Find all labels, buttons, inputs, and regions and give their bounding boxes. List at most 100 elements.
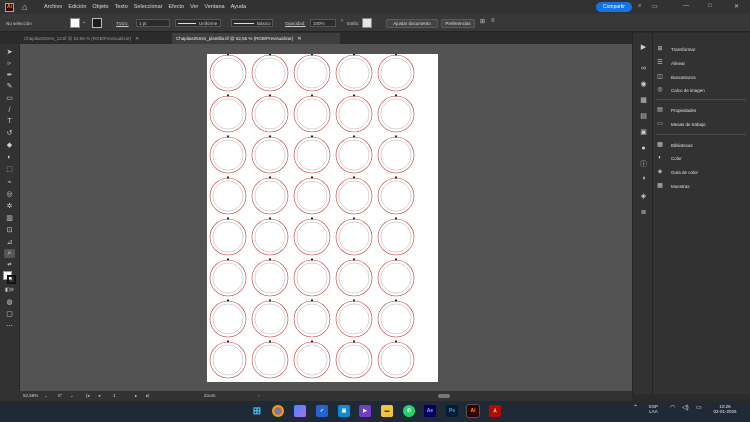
power-automate-icon[interactable]: ▶: [359, 405, 371, 417]
menu-archivo[interactable]: Archivo: [44, 4, 62, 10]
panel-propiedades[interactable]: ▤ Propiedades: [656, 105, 696, 115]
zoom-tool-icon[interactable]: ⌕: [4, 249, 15, 258]
menu-seleccionar[interactable]: Seleccionar: [134, 4, 163, 10]
badge-circle[interactable]: [335, 94, 373, 133]
chevron-down-icon[interactable]: ⌄: [82, 19, 86, 25]
menu-edicion[interactable]: Edición: [68, 4, 86, 10]
direct-selection-tool-icon[interactable]: ▹: [4, 59, 15, 68]
first-artboard-icon[interactable]: |◂: [86, 393, 89, 399]
whatsapp-icon[interactable]: ✆: [403, 405, 415, 417]
stroke-label[interactable]: Trazo:: [116, 21, 129, 26]
slice-tool-icon[interactable]: ⊿: [4, 238, 15, 247]
battery-icon[interactable]: ▭: [696, 405, 702, 411]
chevron-down-icon[interactable]: ⌄: [70, 393, 74, 399]
badge-circle[interactable]: [377, 299, 415, 338]
badge-circle[interactable]: [251, 217, 289, 256]
rotate-tool-icon[interactable]: ↺: [4, 129, 15, 138]
badge-circle[interactable]: [293, 135, 331, 174]
menu-texto[interactable]: Texto: [115, 4, 128, 10]
badge-circle[interactable]: [251, 340, 289, 379]
panel-transformar[interactable]: ⊞ Transformar: [656, 44, 695, 54]
artboard-tool-icon[interactable]: ⊡: [4, 226, 15, 235]
file-explorer-icon[interactable]: ▬: [381, 405, 393, 417]
close-icon[interactable]: ✕: [297, 36, 301, 42]
badge-circle[interactable]: [251, 258, 289, 297]
next-artboard-icon[interactable]: ▸: [135, 393, 137, 399]
blend-tool-icon[interactable]: ◎: [4, 190, 15, 199]
stroke-icon[interactable]: ●: [639, 145, 648, 153]
badge-circle[interactable]: [251, 299, 289, 338]
badge-circle[interactable]: [377, 217, 415, 256]
panel-buscatrazos[interactable]: ◫ Buscatrazos: [656, 72, 696, 82]
opacity-label[interactable]: Opacidad:: [285, 21, 306, 26]
opacity-field[interactable]: 100%: [310, 19, 336, 27]
free-transform-tool-icon[interactable]: ⬚: [4, 165, 15, 174]
badge-circle[interactable]: [209, 176, 247, 215]
layers-stack-icon[interactable]: ≣: [639, 209, 648, 217]
badge-circle[interactable]: [377, 340, 415, 379]
badge-circle[interactable]: [377, 176, 415, 215]
swap-colors-icon[interactable]: ⇄: [4, 261, 15, 270]
badge-circle[interactable]: [335, 258, 373, 297]
badge-circle[interactable]: [293, 217, 331, 256]
badge-circle[interactable]: [209, 258, 247, 297]
badge-circle[interactable]: [209, 94, 247, 133]
chevron-up-icon[interactable]: ⌃: [633, 405, 638, 411]
panel-alinear[interactable]: ☰ Alinear: [656, 58, 685, 68]
last-artboard-icon[interactable]: ▸|: [146, 393, 149, 399]
badge-circle[interactable]: [251, 94, 289, 133]
more-tools-icon[interactable]: ⋯: [4, 322, 15, 331]
todo-icon[interactable]: ✓: [316, 405, 328, 417]
search-icon[interactable]: ⌕: [638, 3, 641, 10]
menu-ayuda[interactable]: Ayuda: [231, 4, 247, 10]
panel-bibliotecas[interactable]: ▦ Bibliotecas: [656, 140, 693, 150]
tab-chapitas-plantilla[interactable]: Chapitas25mm_plantilla.tif @ 52,55 % (RG…: [172, 33, 340, 44]
info-icon[interactable]: ⓘ: [639, 161, 648, 169]
eraser-tool-icon[interactable]: ◆: [4, 141, 15, 150]
files-icon[interactable]: ▣: [338, 405, 350, 417]
rotation-value[interactable]: 0°: [58, 393, 62, 398]
badge-circle[interactable]: [251, 176, 289, 215]
badge-circle[interactable]: [293, 258, 331, 297]
close-icon[interactable]: ✕: [734, 3, 739, 10]
align-document-button[interactable]: Ajustar documento: [386, 19, 438, 28]
badge-circle[interactable]: [209, 299, 247, 338]
color-none-icon[interactable]: ◧⊘: [4, 286, 15, 295]
fill-swatch[interactable]: [70, 18, 80, 28]
selection-tool-icon[interactable]: ➤: [4, 48, 15, 57]
panel-mesas-de-trabajo[interactable]: ▭ Mesas de trabajo: [656, 119, 705, 129]
horizontal-scrollbar[interactable]: [438, 394, 450, 398]
arrange-icon[interactable]: ⊞: [480, 18, 485, 25]
windows-start-icon[interactable]: ⊞: [251, 405, 263, 417]
paintbrush-tool-icon[interactable]: /: [4, 106, 15, 115]
stroke-weight-field[interactable]: 1 pt: [136, 19, 170, 27]
menu-ventana[interactable]: Ventana: [204, 4, 224, 10]
badge-circle[interactable]: [293, 94, 331, 133]
screen-mode-icon[interactable]: ▢: [4, 310, 15, 319]
badge-circle[interactable]: [335, 340, 373, 379]
stroke-color-swatch[interactable]: [7, 275, 16, 284]
pen-tool-icon[interactable]: ✒: [4, 71, 15, 80]
eyedropper-tool-icon[interactable]: ⌁: [4, 178, 15, 187]
stroke-swatch[interactable]: [92, 18, 102, 28]
rectangle-tool-icon[interactable]: ▭: [4, 94, 15, 103]
layers-grid-icon[interactable]: ▦: [639, 97, 648, 105]
panel-calco-de-imagen[interactable]: ◎ Calco de imagen: [656, 85, 704, 95]
width-tool-icon[interactable]: ◐: [4, 153, 15, 162]
badge-circle[interactable]: [335, 176, 373, 215]
badge-circle[interactable]: [293, 299, 331, 338]
badge-circle[interactable]: [209, 340, 247, 379]
graph-tool-icon[interactable]: ▥: [4, 214, 15, 223]
panel-color[interactable]: ◐ Color: [656, 153, 682, 163]
align-icon[interactable]: ▤: [639, 113, 648, 121]
panel-guia-de-color[interactable]: ◈ Guía de color: [656, 167, 698, 177]
acrobat-icon[interactable]: ⅄: [489, 405, 501, 417]
type-tool-icon[interactable]: T: [4, 117, 15, 126]
zoom-level[interactable]: 52,59%: [23, 393, 38, 398]
badge-circle[interactable]: [377, 135, 415, 174]
menu-objeto[interactable]: Objeto: [92, 4, 108, 10]
illustrator-icon[interactable]: Ai: [466, 404, 480, 418]
photos-icon[interactable]: [294, 405, 306, 417]
panel-muestras[interactable]: ▦ Muestras: [656, 181, 689, 191]
artboard[interactable]: [207, 54, 438, 382]
